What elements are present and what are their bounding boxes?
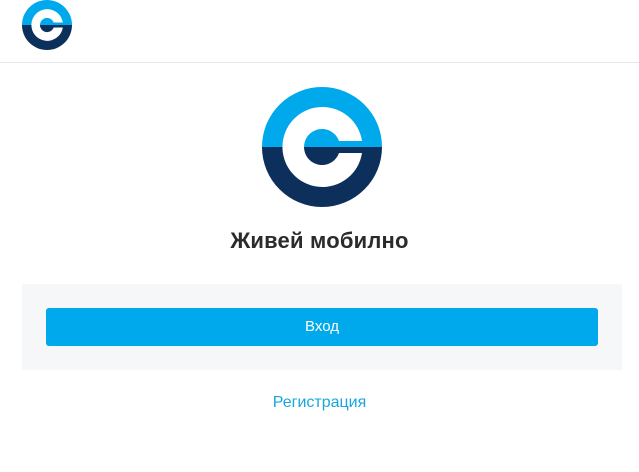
brand-logo-icon[interactable] bbox=[22, 0, 72, 50]
top-bar bbox=[0, 0, 639, 63]
hero-logo-icon bbox=[262, 87, 382, 207]
register-link[interactable]: Регистрация bbox=[0, 394, 639, 412]
login-button[interactable]: Вход bbox=[46, 308, 598, 346]
login-panel: Вход bbox=[22, 284, 622, 370]
page-title: Живей мобилно bbox=[230, 228, 409, 253]
